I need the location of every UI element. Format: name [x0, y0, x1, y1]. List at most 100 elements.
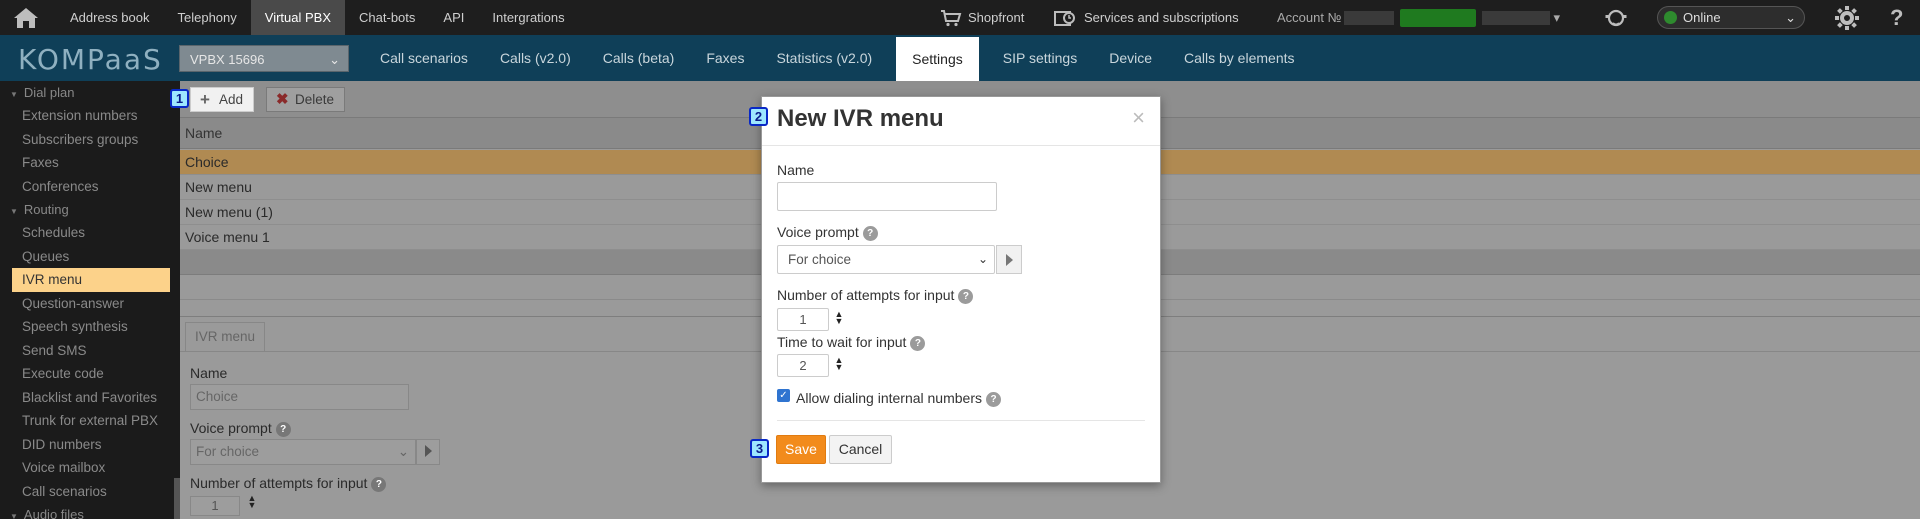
- lp-voice-prompt-text: Voice prompt: [190, 420, 272, 436]
- sidebar-item-blacklist[interactable]: Blacklist and Favorites: [0, 386, 180, 410]
- help-icon[interactable]: ?: [862, 225, 878, 241]
- delete-button[interactable]: ✖ Delete: [266, 87, 346, 112]
- services-label: Services and subscriptions: [1084, 10, 1239, 25]
- status-online-dot: [1664, 11, 1677, 24]
- gear-icon[interactable]: [1834, 0, 1860, 35]
- shopfront-link[interactable]: Shopfront: [940, 0, 1024, 35]
- settings-tabs: Call scenarios Calls (v2.0) Calls (beta)…: [364, 35, 1311, 81]
- balance-redacted: [1399, 8, 1476, 27]
- voice-prompt-text: Voice prompt: [777, 224, 859, 240]
- allow-text: Allow dialing internal numbers: [796, 390, 982, 406]
- sidebar-item-send-sms[interactable]: Send SMS: [0, 339, 180, 363]
- attempts-field[interactable]: 1: [777, 308, 829, 331]
- sidebar-item-ivr-menu[interactable]: IVR menu: [12, 268, 170, 292]
- nav-telephony[interactable]: Telephony: [164, 0, 251, 35]
- voice-prompt-select[interactable]: For choice ⌄: [777, 245, 995, 274]
- tab-calls-v2[interactable]: Calls (v2.0): [484, 35, 587, 81]
- sidebar-item-question-answer[interactable]: Question-answer: [0, 292, 180, 316]
- account-menu[interactable]: Account № ▾: [1277, 0, 1560, 35]
- sidebar-section-label: Audio files: [23, 507, 84, 519]
- help-icon[interactable]: ?: [1890, 0, 1903, 35]
- wait-label: Time to wait for input?: [777, 334, 926, 351]
- lp-name-field[interactable]: Choice: [190, 384, 409, 410]
- save-button[interactable]: Save: [776, 435, 826, 464]
- help-icon[interactable]: ?: [986, 391, 1001, 407]
- nav-address-book[interactable]: Address book: [56, 0, 164, 35]
- play-button[interactable]: [996, 245, 1022, 274]
- sidebar-item-conferences[interactable]: Conferences: [0, 175, 180, 199]
- help-icon[interactable]: ?: [958, 288, 974, 304]
- dialog-header-divider: [762, 145, 1160, 146]
- account-caret: ▾: [1553, 10, 1561, 25]
- dialog-title: New IVR menu: [777, 105, 944, 132]
- status-label: Online: [1683, 10, 1721, 25]
- sidebar-item-subscribers-groups[interactable]: Subscribers groups: [0, 128, 180, 152]
- tab-faxes[interactable]: Faxes: [690, 35, 760, 81]
- sidebar-item-trunk[interactable]: Trunk for external PBX: [0, 409, 180, 433]
- plus-icon: +: [200, 90, 210, 109]
- sidebar-item-call-scenarios[interactable]: Call scenarios: [0, 480, 180, 504]
- allow-internal-checkbox[interactable]: ✓: [777, 389, 790, 402]
- home-icon[interactable]: [10, 4, 42, 31]
- services-link[interactable]: Services and subscriptions: [1054, 0, 1239, 35]
- sidebar-item-faxes[interactable]: Faxes: [0, 151, 180, 175]
- chevron-down-icon: ⌄: [397, 444, 409, 459]
- sidebar-item-schedules[interactable]: Schedules: [0, 221, 180, 245]
- help-icon[interactable]: ?: [910, 335, 926, 351]
- triangle-down-icon: ▼: [10, 207, 18, 216]
- step-badge-1: 1: [170, 89, 189, 108]
- cancel-button[interactable]: Cancel: [829, 435, 892, 464]
- sidebar-item-queues[interactable]: Queues: [0, 245, 180, 269]
- lp-voice-prompt-select[interactable]: For choice ⌄: [190, 439, 416, 465]
- step-badge-2: 2: [749, 107, 768, 126]
- triangle-down-icon: ▼: [10, 90, 18, 99]
- sidebar-section-dial-plan[interactable]: ▼ Dial plan: [0, 81, 180, 104]
- spinner-arrows-icon[interactable]: ▲ ▼: [247, 494, 257, 510]
- nav-integrations[interactable]: Intergrations: [478, 0, 578, 35]
- nav-api[interactable]: API: [429, 0, 478, 35]
- triangle-down-icon: ▼: [10, 512, 18, 519]
- lp-voice-prompt-value: For choice: [196, 444, 260, 459]
- name-field[interactable]: [777, 182, 997, 211]
- nav-virtual-pbx[interactable]: Virtual PBX: [250, 0, 346, 35]
- sidebar-item-voice-mailbox[interactable]: Voice mailbox: [0, 456, 180, 480]
- sidebar-item-did-numbers[interactable]: DID numbers: [0, 433, 180, 457]
- chevron-down-icon: ⌄: [1785, 10, 1796, 25]
- wait-field[interactable]: 2: [777, 354, 829, 377]
- help-icon[interactable]: ?: [275, 421, 291, 437]
- services-icon: [1054, 8, 1076, 28]
- tab-sip-settings[interactable]: SIP settings: [987, 35, 1093, 81]
- sidebar-item-execute-code[interactable]: Execute code: [0, 362, 180, 386]
- tab-device[interactable]: Device: [1093, 35, 1168, 81]
- account-name-redacted: [1481, 10, 1550, 25]
- tab-settings[interactable]: Settings: [896, 37, 979, 81]
- sidebar-section-audio-files[interactable]: ▼ Audio files: [0, 503, 180, 519]
- agent-icon[interactable]: [1603, 0, 1629, 35]
- account-number-redacted: [1343, 10, 1394, 25]
- allow-label: Allow dialing internal numbers?: [796, 390, 1001, 407]
- add-button[interactable]: + Add: [190, 87, 255, 112]
- spinner-arrows-icon[interactable]: ▲ ▼: [834, 356, 844, 372]
- status-select[interactable]: Online ⌄: [1657, 6, 1805, 29]
- tab-calls-beta[interactable]: Calls (beta): [587, 35, 691, 81]
- spinner-arrows-icon[interactable]: ▲ ▼: [834, 310, 844, 326]
- wait-text: Time to wait for input: [777, 334, 907, 350]
- nav-chat-bots[interactable]: Chat-bots: [345, 0, 429, 35]
- close-icon[interactable]: ×: [1132, 105, 1145, 131]
- tab-call-scenarios[interactable]: Call scenarios: [364, 35, 484, 81]
- help-icon[interactable]: ?: [371, 476, 387, 492]
- tab-statistics[interactable]: Statistics (v2.0): [760, 35, 888, 81]
- vpbx-select[interactable]: VPBX 15696 ⌄: [179, 45, 349, 72]
- account-label: Account №: [1277, 10, 1342, 25]
- lp-attempts-field[interactable]: 1: [190, 496, 240, 516]
- dialog-footer-divider: [777, 420, 1145, 421]
- sidebar-section-routing[interactable]: ▼ Routing: [0, 198, 180, 221]
- top-bar: Address book Telephony Virtual PBX Chat-…: [0, 0, 1920, 35]
- kompaas-logo: KOMPaaS: [18, 43, 163, 76]
- tab-calls-by-elements[interactable]: Calls by elements: [1168, 35, 1311, 81]
- play-button[interactable]: [416, 439, 440, 465]
- sidebar-section-label: Routing: [23, 202, 69, 217]
- tab-ivr-menu[interactable]: IVR menu: [185, 322, 265, 351]
- sidebar-item-speech-synthesis[interactable]: Speech synthesis: [0, 315, 180, 339]
- sidebar-item-extension-numbers[interactable]: Extension numbers: [0, 104, 180, 128]
